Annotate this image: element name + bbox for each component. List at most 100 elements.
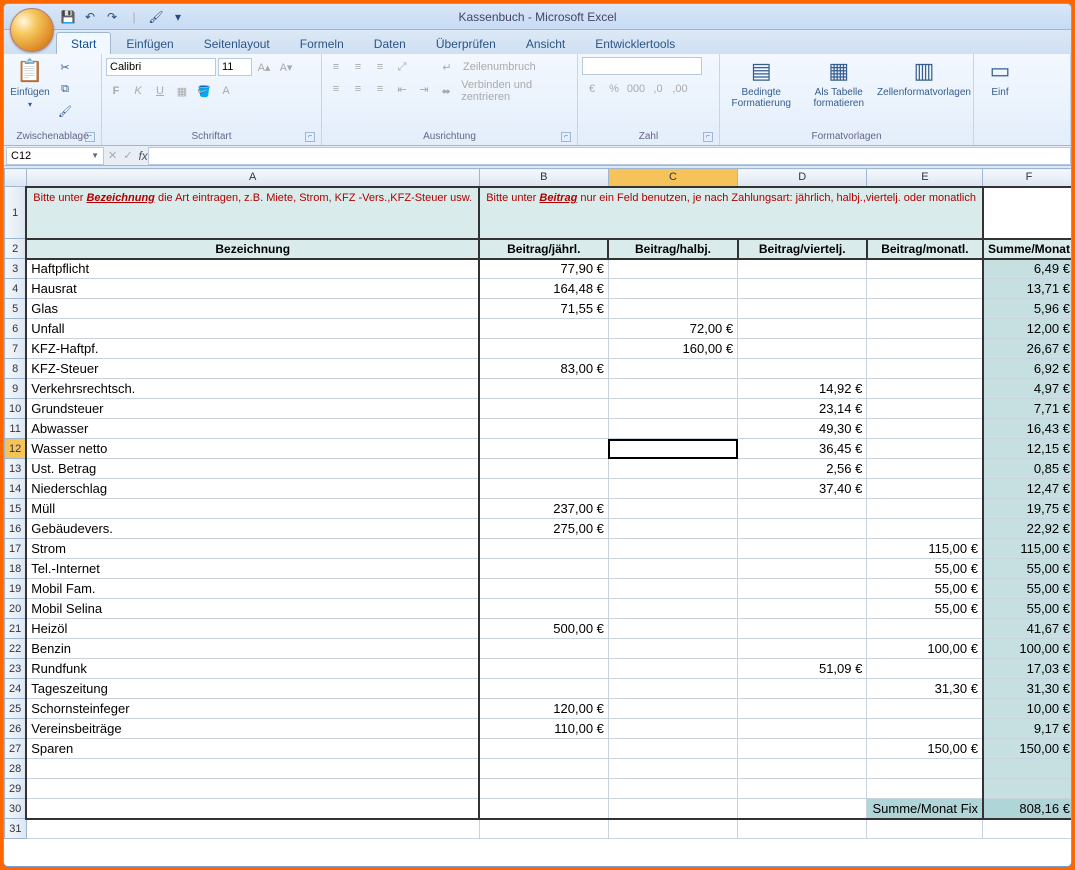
cell-jaehrl[interactable] [479,639,608,659]
row-header-2[interactable]: 2 [5,239,27,259]
dialog-launcher-icon[interactable]: ⌐ [85,132,95,142]
cell-halbj[interactable] [608,539,737,559]
cell-halbj[interactable] [608,719,737,739]
cell-monatl[interactable]: 100,00 € [867,639,983,659]
tab-seitenlayout[interactable]: Seitenlayout [189,32,285,54]
border-icon[interactable]: ▦ [172,81,192,101]
cell-halbj[interactable] [608,479,737,499]
cell-summe[interactable]: 55,00 € [983,559,1071,579]
cell-halbj[interactable] [608,639,737,659]
cell-halbj[interactable] [608,579,737,599]
name-box[interactable]: C12▼ [6,147,104,165]
cell-bezeichnung[interactable]: KFZ-Haftpf. [26,339,479,359]
tab-start[interactable]: Start [56,32,111,54]
cell-halbj[interactable] [608,679,737,699]
cell-monatl[interactable]: 150,00 € [867,739,983,759]
cell-summe[interactable]: 13,71 € [983,279,1071,299]
thousand-icon[interactable]: 000 [626,79,646,99]
copy-icon[interactable]: ⧉ [55,79,75,99]
cell-monatl[interactable]: 55,00 € [867,579,983,599]
undo-icon[interactable]: ↶ [82,9,98,25]
cell-bezeichnung[interactable]: Mobil Selina [26,599,479,619]
cell-summe[interactable]: 12,00 € [983,319,1071,339]
cell-viertelj[interactable] [738,699,867,719]
cell-jaehrl[interactable] [479,319,608,339]
row-header-24[interactable]: 24 [5,679,27,699]
align-center-icon[interactable]: ≡ [348,79,368,99]
col-header-D[interactable]: D [738,169,867,187]
indent-dec-icon[interactable]: ⇤ [392,79,412,99]
cell-summe[interactable]: 150,00 € [983,739,1071,759]
cell-jaehrl[interactable] [479,479,608,499]
row-header-31[interactable]: 31 [5,819,27,839]
tab-ansicht[interactable]: Ansicht [511,32,580,54]
cell-bezeichnung[interactable]: Abwasser [26,419,479,439]
office-button[interactable] [10,8,54,52]
cell-monatl[interactable] [867,359,983,379]
cell-jaehrl[interactable] [479,399,608,419]
currency-icon[interactable]: € [582,79,602,99]
cell-monatl[interactable] [867,719,983,739]
col-header-F[interactable]: F [983,169,1071,187]
align-top-icon[interactable]: ≡ [326,57,346,77]
cell-jaehrl[interactable]: 120,00 € [479,699,608,719]
cell-bezeichnung[interactable]: Haftpflicht [26,259,479,279]
align-left-icon[interactable]: ≡ [326,79,346,99]
cell-viertelj[interactable]: 36,45 € [738,439,867,459]
cell-viertelj[interactable] [738,679,867,699]
row-header-10[interactable]: 10 [5,399,27,419]
cell-halbj[interactable] [608,359,737,379]
cell-viertelj[interactable] [738,499,867,519]
cell-monatl[interactable]: 115,00 € [867,539,983,559]
paste-button[interactable]: 📋 Einfügen ▾ [8,57,52,109]
cell-viertelj[interactable] [738,579,867,599]
row-header-5[interactable]: 5 [5,299,27,319]
italic-icon[interactable]: K [128,81,148,101]
cell-monatl[interactable] [867,479,983,499]
cell-monatl[interactable]: 55,00 € [867,559,983,579]
cell-jaehrl[interactable] [479,579,608,599]
cell-jaehrl[interactable] [479,739,608,759]
cell-halbj[interactable] [608,279,737,299]
spreadsheet-grid[interactable]: ABCDEFGH1Bitte unter Bezeichnung die Art… [4,168,1071,866]
cell-viertelj[interactable] [738,739,867,759]
chevron-down-icon[interactable]: ▼ [91,151,99,160]
cell-halbj[interactable] [608,699,737,719]
cell-summe[interactable]: 4,97 € [983,379,1071,399]
bold-icon[interactable]: F [106,81,126,101]
cell-summe[interactable]: 12,15 € [983,439,1071,459]
dec-decimal-icon[interactable]: ,00 [670,79,690,99]
row-header-23[interactable]: 23 [5,659,27,679]
cell-monatl[interactable] [867,319,983,339]
row-header-27[interactable]: 27 [5,739,27,759]
cell-bezeichnung[interactable]: Wasser netto [26,439,479,459]
dialog-launcher-icon[interactable]: ⌐ [703,132,713,142]
cell-monatl[interactable] [867,439,983,459]
cell-viertelj[interactable] [738,599,867,619]
row-header-17[interactable]: 17 [5,539,27,559]
cell-monatl[interactable]: 31,30 € [867,679,983,699]
cell-summe[interactable]: 31,30 € [983,679,1071,699]
cell-summe[interactable]: 0,85 € [983,459,1071,479]
cell-monatl[interactable] [867,259,983,279]
font-color-icon[interactable]: A [216,81,236,101]
row-header-15[interactable]: 15 [5,499,27,519]
cell-jaehrl[interactable] [479,459,608,479]
cell-viertelj[interactable] [738,359,867,379]
cell-viertelj[interactable] [738,339,867,359]
cell-styles-button[interactable]: ▥Zellenformatvorlagen [879,57,969,98]
cell-summe[interactable]: 17,03 € [983,659,1071,679]
cell-jaehrl[interactable]: 71,55 € [479,299,608,319]
cell-jaehrl[interactable] [479,439,608,459]
cell-viertelj[interactable] [738,299,867,319]
row-header-11[interactable]: 11 [5,419,27,439]
cell-summe[interactable]: 6,92 € [983,359,1071,379]
qat-dropdown-icon[interactable]: ▾ [170,9,186,25]
cell-viertelj[interactable]: 23,14 € [738,399,867,419]
cell-halbj[interactable] [608,459,737,479]
cell-bezeichnung[interactable]: Glas [26,299,479,319]
redo-icon[interactable]: ↷ [104,9,120,25]
fx-icon[interactable]: fx [138,149,147,163]
row-header-4[interactable]: 4 [5,279,27,299]
cell-jaehrl[interactable]: 77,90 € [479,259,608,279]
